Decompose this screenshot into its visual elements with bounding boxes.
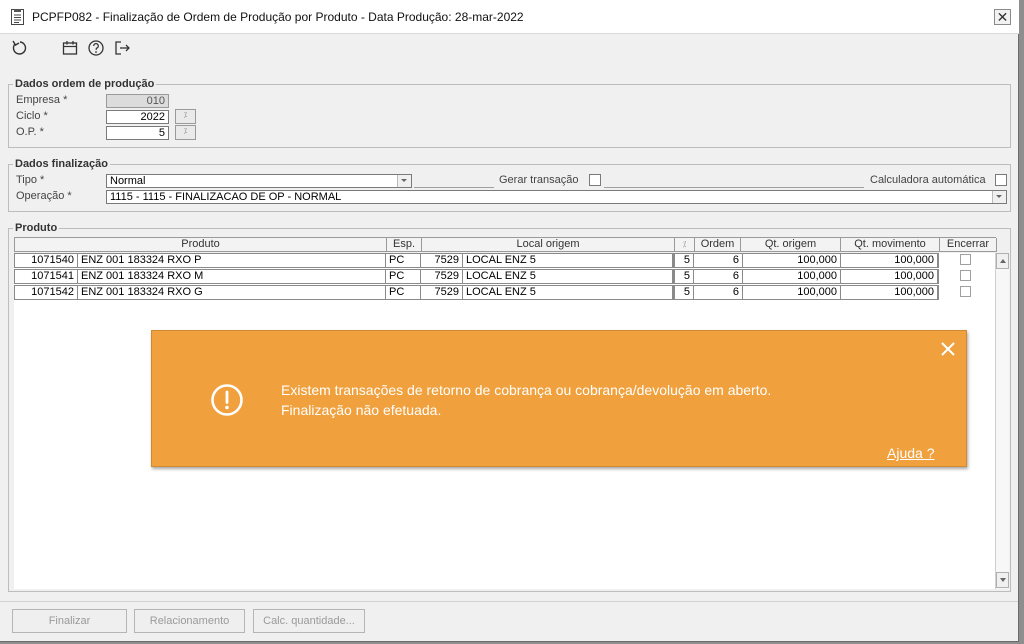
op-lookup-button[interactable]: ⁒ bbox=[175, 125, 196, 140]
produto-ordem[interactable]: 6 bbox=[693, 253, 744, 268]
exit-icon[interactable] bbox=[112, 38, 132, 58]
empresa-field: 010 bbox=[106, 94, 169, 108]
chevron-down-icon bbox=[992, 191, 1006, 203]
relacionamento-button[interactable]: Relacionamento bbox=[134, 609, 245, 633]
local-codigo[interactable]: 7529 bbox=[420, 285, 464, 300]
produto-op[interactable]: 5 bbox=[674, 285, 695, 300]
close-icon: ✕ bbox=[996, 9, 1009, 25]
produto-descricao[interactable]: ENZ 001 183324 RXO P bbox=[77, 253, 387, 268]
close-icon[interactable] bbox=[940, 341, 956, 357]
col-qt-movimento[interactable]: Qt. movimento bbox=[841, 238, 940, 252]
operacao-select[interactable]: 1115 - 1115 - FINALIZACAO DE OP - NORMAL bbox=[106, 190, 1007, 204]
toolbar bbox=[0, 34, 1010, 64]
col-ordem[interactable]: Ordem bbox=[695, 238, 741, 252]
tipo-label: Tipo * bbox=[16, 174, 45, 186]
grid-scrollbar[interactable] bbox=[995, 253, 1009, 589]
table-row[interactable]: 1071541 ENZ 001 183324 RXO M PC 7529 LOC… bbox=[14, 269, 971, 285]
warning-toast: Existem transações de retorno de cobranç… bbox=[151, 330, 967, 467]
title-bar: PCPFP082 - Finalização de Ordem de Produ… bbox=[0, 0, 1019, 34]
help-link[interactable]: Ajuda ? bbox=[887, 445, 934, 461]
ciclo-field[interactable]: 2022 bbox=[106, 110, 169, 124]
ciclo-label: Ciclo * bbox=[16, 110, 48, 122]
operacao-label: Operação * bbox=[16, 190, 72, 202]
local-descricao[interactable]: LOCAL ENZ 5 bbox=[462, 269, 674, 284]
qt-origem[interactable]: 100,000 bbox=[742, 285, 842, 300]
gerar-transacao-checkbox[interactable] bbox=[589, 174, 601, 186]
local-codigo[interactable]: 7529 bbox=[420, 269, 464, 284]
help-icon[interactable] bbox=[86, 38, 106, 58]
produto-esp[interactable]: PC bbox=[385, 269, 422, 284]
produto-op[interactable]: 5 bbox=[674, 253, 695, 268]
divider bbox=[414, 187, 494, 188]
empresa-label: Empresa * bbox=[16, 94, 68, 106]
tipo-value: Normal bbox=[110, 175, 146, 187]
table-row[interactable]: 1071540 ENZ 001 183324 RXO P PC 7529 LOC… bbox=[14, 253, 971, 269]
document-icon bbox=[11, 9, 24, 25]
op-label: O.P. * bbox=[16, 126, 44, 138]
finalizacao-title: Dados finalização bbox=[13, 157, 110, 171]
grid-header: Produto Esp. Local origem ⁒ Ordem Qt. or… bbox=[14, 237, 997, 252]
op-field[interactable]: 5 bbox=[106, 126, 169, 140]
encerrar-checkbox[interactable] bbox=[960, 286, 971, 297]
ciclo-lookup-button[interactable]: ⁒ bbox=[175, 109, 196, 124]
encerrar-checkbox[interactable] bbox=[960, 270, 971, 281]
qt-movimento[interactable]: 100,000 bbox=[840, 253, 939, 268]
chevron-down-icon bbox=[397, 175, 411, 187]
toast-message-line2: Finalização não efetuada. bbox=[281, 402, 442, 418]
col-qt-origem[interactable]: Qt. origem bbox=[741, 238, 841, 252]
refresh-icon[interactable] bbox=[10, 38, 30, 58]
finalizar-button[interactable]: Finalizar bbox=[12, 609, 127, 633]
ordem-producao-title: Dados ordem de produção bbox=[13, 77, 157, 91]
toast-message-line1: Existem transações de retorno de cobranç… bbox=[281, 382, 772, 398]
produto-esp[interactable]: PC bbox=[385, 285, 422, 300]
col-produto[interactable]: Produto bbox=[15, 238, 387, 252]
calculadora-label: Calculadora automática bbox=[870, 174, 986, 186]
produto-ordem[interactable]: 6 bbox=[693, 285, 744, 300]
qt-movimento[interactable]: 100,000 bbox=[840, 285, 939, 300]
produto-descricao[interactable]: ENZ 001 183324 RXO M bbox=[77, 269, 387, 284]
operacao-value: 1115 - 1115 - FINALIZACAO DE OP - NORMAL bbox=[110, 191, 342, 203]
table-row[interactable]: 1071542 ENZ 001 183324 RXO G PC 7529 LOC… bbox=[14, 285, 971, 301]
gerar-transacao-label: Gerar transação bbox=[499, 174, 579, 186]
qt-origem[interactable]: 100,000 bbox=[742, 269, 842, 284]
produto-esp[interactable]: PC bbox=[385, 253, 422, 268]
calc-quantidade-button[interactable]: Calc. quantidade... bbox=[253, 609, 365, 633]
produto-ordem[interactable]: 6 bbox=[693, 269, 744, 284]
qt-movimento[interactable]: 100,000 bbox=[840, 269, 939, 284]
produto-op[interactable]: 5 bbox=[674, 269, 695, 284]
produto-codigo[interactable]: 1071540 bbox=[14, 253, 79, 268]
produto-title: Produto bbox=[13, 221, 60, 235]
finalizacao-group: Dados finalização bbox=[8, 157, 1011, 212]
tipo-select[interactable]: Normal bbox=[106, 174, 412, 188]
col-encerrar[interactable]: Encerrar bbox=[940, 238, 997, 252]
local-descricao[interactable]: LOCAL ENZ 5 bbox=[462, 253, 674, 268]
produto-codigo[interactable]: 1071541 bbox=[14, 269, 79, 284]
local-descricao[interactable]: LOCAL ENZ 5 bbox=[462, 285, 674, 300]
produto-codigo[interactable]: 1071542 bbox=[14, 285, 79, 300]
window-title: PCPFP082 - Finalização de Ordem de Produ… bbox=[32, 10, 524, 24]
produto-descricao[interactable]: ENZ 001 183324 RXO G bbox=[77, 285, 387, 300]
encerrar-checkbox[interactable] bbox=[960, 254, 971, 265]
divider bbox=[604, 187, 864, 188]
close-window-button[interactable]: ✕ bbox=[994, 9, 1011, 25]
col-esp[interactable]: Esp. bbox=[387, 238, 422, 252]
col-op[interactable]: ⁒ bbox=[675, 238, 695, 252]
qt-origem[interactable]: 100,000 bbox=[742, 253, 842, 268]
calculadora-checkbox[interactable] bbox=[995, 174, 1007, 186]
col-local-origem[interactable]: Local origem bbox=[422, 238, 675, 252]
scroll-down-icon[interactable] bbox=[996, 572, 1009, 588]
main-window: PCPFP082 - Finalização de Ordem de Produ… bbox=[0, 0, 1019, 642]
calendar-icon[interactable] bbox=[60, 38, 80, 58]
local-codigo[interactable]: 7529 bbox=[420, 253, 464, 268]
divider bbox=[0, 601, 1018, 602]
scroll-up-icon[interactable] bbox=[996, 253, 1009, 269]
warning-icon bbox=[211, 384, 243, 416]
